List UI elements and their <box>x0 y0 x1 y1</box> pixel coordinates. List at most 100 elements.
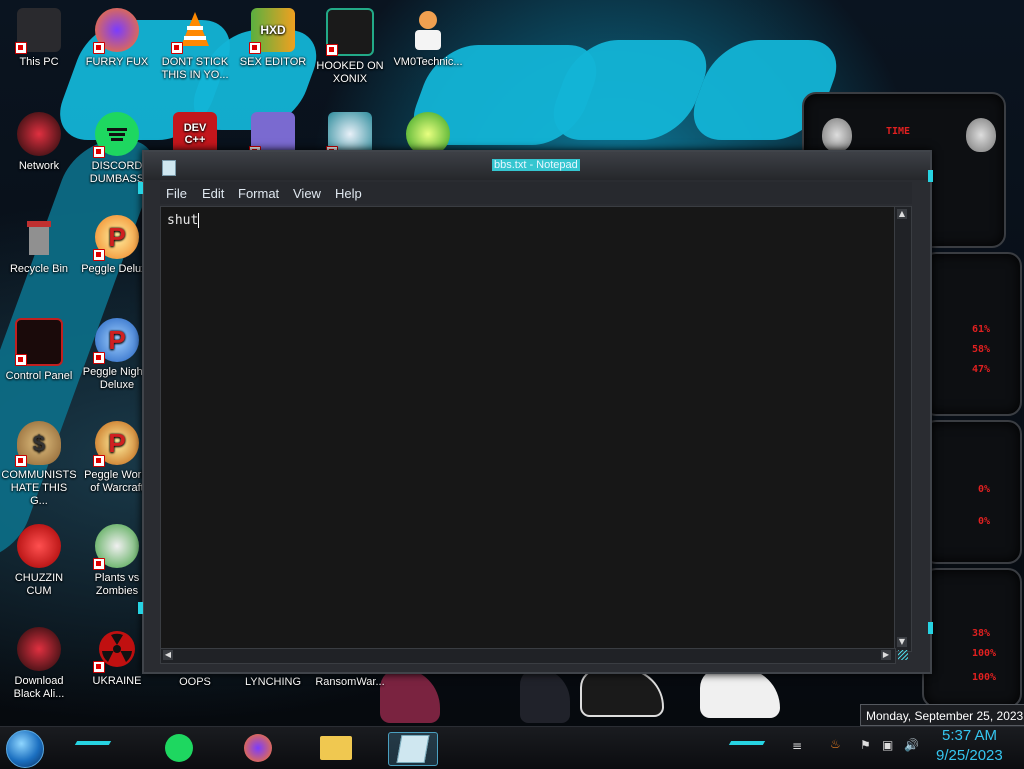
desktop-icon-label: Peggle World of Warcraft <box>84 469 150 494</box>
tray-network-icon[interactable]: ▣ <box>882 738 893 752</box>
desktop-icon-chuzzin[interactable]: CHUZZIN CUM <box>1 524 77 598</box>
notepad-window[interactable]: bbs.txt - Notepad File Edit Format View … <box>138 150 933 674</box>
desktop-icon-furry-fux[interactable]: FURRY FUX <box>79 8 155 69</box>
desktop-icon-label: FURRY FUX <box>85 56 149 68</box>
discord-icon <box>93 112 139 158</box>
desktop-icon-recycle-bin[interactable]: Recycle Bin <box>1 215 77 276</box>
scroll-down-icon[interactable]: ▼ <box>897 637 907 647</box>
this-pc-icon <box>15 8 61 54</box>
editor-content[interactable]: shut <box>167 213 200 228</box>
desktop-icon-label: CHUZZIN CUM <box>14 572 64 597</box>
desktop-icon-ransomware[interactable]: RansomWar... <box>312 676 388 689</box>
widget-readout: 100% <box>972 648 997 659</box>
desktop-icon-label: SEX EDITOR <box>239 56 307 68</box>
folder-icon <box>320 736 352 760</box>
menu-help[interactable]: Help <box>335 186 362 201</box>
editor-text: shut <box>167 213 199 228</box>
widget-readout: 0% <box>978 484 991 495</box>
menu-edit[interactable]: Edit <box>202 186 224 201</box>
xonix-icon <box>326 8 374 56</box>
widget-readout: 61% <box>972 324 991 335</box>
desktop-icon-label: LYNCHING <box>244 676 302 688</box>
vertical-scrollbar[interactable]: ▲ ▼ <box>894 206 912 652</box>
widget-readout: 58% <box>972 344 991 355</box>
start-button[interactable] <box>6 730 44 768</box>
desktop-icon-this-pc[interactable]: This PC <box>1 8 77 69</box>
scroll-right-icon[interactable]: ▶ <box>881 650 891 660</box>
desktop-icon-network[interactable]: Network <box>1 112 77 173</box>
text-caret <box>198 213 200 228</box>
desktop-icon-vm0technic[interactable]: VM0Technic... <box>390 8 466 69</box>
desktop-icon-label: Network <box>18 160 60 172</box>
tray-java-icon[interactable]: ♨ <box>830 737 841 751</box>
vlc-cone-icon <box>171 8 217 54</box>
plant-icon <box>93 524 139 570</box>
firefox-icon <box>244 734 272 762</box>
discord-icon <box>165 734 193 762</box>
tray-show-hidden-icon[interactable]: ≡ <box>792 739 802 753</box>
desktop-icon-download-black[interactable]: Download Black Ali... <box>1 627 77 701</box>
scroll-up-icon[interactable]: ▲ <box>897 209 907 219</box>
frame-accent <box>928 622 933 634</box>
peggle-icon: P <box>93 215 139 261</box>
desktop-icon-dont-stick[interactable]: DONT STICK THIS IN YO... <box>157 8 233 82</box>
tray-flag-icon[interactable]: ⚑ <box>860 738 871 752</box>
desktop-icon-communists[interactable]: $ COMMUNISTS HATE THIS G... <box>1 421 77 508</box>
desktop-icon-control-panel[interactable]: Control Panel <box>1 318 77 383</box>
desktop-icon-oops[interactable]: OOPS <box>157 676 233 689</box>
scroll-left-icon[interactable]: ◀ <box>163 650 173 660</box>
desktop-icon-label: COMMUNISTS HATE THIS G... <box>1 469 77 507</box>
radiation-icon <box>93 627 139 673</box>
widget-readout: TIME <box>886 126 911 137</box>
firefox-icon <box>93 8 139 54</box>
menu-format[interactable]: Format <box>238 186 279 201</box>
taskbar: ≡ ♨ ⚑ ▣ 🔊 <box>0 726 1024 769</box>
desktop-icon-label: Peggle Nights Deluxe <box>82 366 152 391</box>
text-editor[interactable]: shut <box>160 206 896 652</box>
taskbar-accent <box>728 741 766 745</box>
frame-accent <box>138 182 143 194</box>
widget-readout: 38% <box>972 628 991 639</box>
chuzzle-icon <box>17 524 61 568</box>
taskbar-firefox-button[interactable] <box>234 732 282 764</box>
widget-network-panel <box>922 420 1022 564</box>
taskbar-notepad-button[interactable] <box>388 732 438 766</box>
widget-readout: 47% <box>972 364 991 375</box>
tray-volume-icon[interactable]: 🔊 <box>904 738 919 752</box>
money-bag-icon: $ <box>15 421 61 467</box>
menu-view[interactable]: View <box>293 186 321 201</box>
resize-grip-icon[interactable] <box>898 650 908 660</box>
recycle-bin-icon <box>17 215 61 259</box>
desktop-icon-label: HOOKED ON XONIX <box>316 60 384 85</box>
notepad-icon <box>396 735 430 763</box>
clock-date[interactable]: 9/25/2023 <box>936 747 1003 764</box>
control-panel-icon <box>15 318 63 366</box>
menu-bar: File Edit Format View Help <box>160 182 912 204</box>
peggle-icon: P <box>93 318 139 364</box>
desktop-icon-label: Control Panel <box>5 370 73 382</box>
title-bar[interactable]: bbs.txt - Notepad <box>144 152 930 180</box>
desktop-icon-label: Download Black Ali... <box>13 675 65 700</box>
desktop-icon-label: UKRAINE <box>92 675 142 687</box>
desktop-icon-label: RansomWar... <box>315 676 385 688</box>
desktop-icon-label: Plants vs Zombies <box>94 572 140 597</box>
clock-time[interactable]: 5:37 AM <box>942 727 997 744</box>
widget-readout: 0% <box>978 516 991 527</box>
alien-red-icon <box>17 627 61 671</box>
desktop-icon-hooked-on-xonix[interactable]: HOOKED ON XONIX <box>312 8 388 86</box>
desktop-icon-label: Recycle Bin <box>9 263 69 275</box>
horizontal-scrollbar[interactable]: ◀ ▶ <box>160 648 896 664</box>
desktop-icon-label: OOPS <box>179 676 211 688</box>
alien-head-icon <box>966 118 996 152</box>
taskbar-explorer-button[interactable] <box>312 732 360 764</box>
desktop-icon-label: DISCORD DUMBASS <box>89 160 145 185</box>
taskbar-discord-button[interactable] <box>155 732 203 764</box>
frame-accent <box>138 602 143 614</box>
alien-head-icon <box>822 118 852 152</box>
frame-accent <box>928 170 933 182</box>
desktop-icon-label: This PC <box>19 56 59 68</box>
menu-file[interactable]: File <box>166 186 187 201</box>
desktop-icon-lynching[interactable]: LYNCHING <box>235 676 311 689</box>
peggle-icon: P <box>93 421 139 467</box>
desktop-icon-sex-editor[interactable]: HXD SEX EDITOR <box>235 8 311 69</box>
